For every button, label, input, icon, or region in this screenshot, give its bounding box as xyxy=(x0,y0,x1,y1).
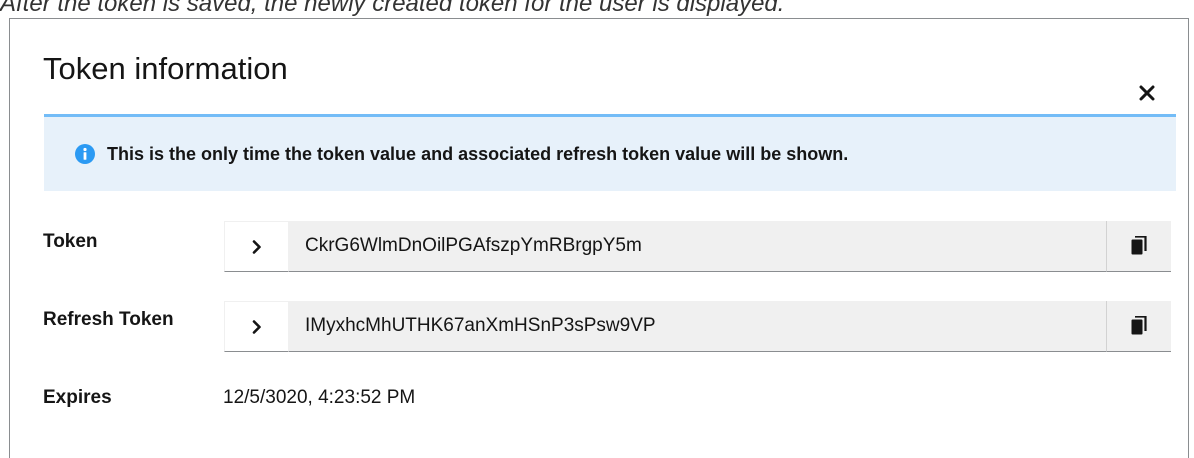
token-label: Token xyxy=(43,231,98,252)
info-circle-icon xyxy=(75,144,95,164)
chevron-right-icon xyxy=(252,319,261,334)
close-icon xyxy=(1139,85,1155,101)
expires-value: 12/5/3020, 4:23:52 PM xyxy=(223,387,416,408)
refresh-token-expand-button[interactable] xyxy=(224,301,289,352)
token-information-modal: Token information This is the only time … xyxy=(9,18,1189,458)
refresh-token-label: Refresh Token xyxy=(43,309,174,330)
refresh-token-field: IMyxhcMhUTHK67anXmHSnP3sPsw9VP xyxy=(224,301,1171,352)
alert-message: This is the only time the token value an… xyxy=(107,143,849,164)
copy-icon xyxy=(1131,316,1147,335)
page-caption: After the token is saved, the newly crea… xyxy=(0,0,785,17)
token-value[interactable]: CkrG6WlmDnOilPGAfszpYmRBrgpY5m xyxy=(289,221,1106,272)
expires-label: Expires xyxy=(43,387,112,408)
modal-title: Token information xyxy=(43,51,288,86)
token-copy-button[interactable] xyxy=(1106,221,1171,272)
refresh-token-value[interactable]: IMyxhcMhUTHK67anXmHSnP3sPsw9VP xyxy=(289,301,1106,352)
close-button[interactable] xyxy=(1135,81,1159,105)
token-expand-button[interactable] xyxy=(224,221,289,272)
info-alert: This is the only time the token value an… xyxy=(44,114,1176,191)
token-field: CkrG6WlmDnOilPGAfszpYmRBrgpY5m xyxy=(224,221,1171,272)
refresh-token-copy-button[interactable] xyxy=(1106,301,1171,352)
chevron-right-icon xyxy=(252,239,261,254)
copy-icon xyxy=(1131,236,1147,255)
